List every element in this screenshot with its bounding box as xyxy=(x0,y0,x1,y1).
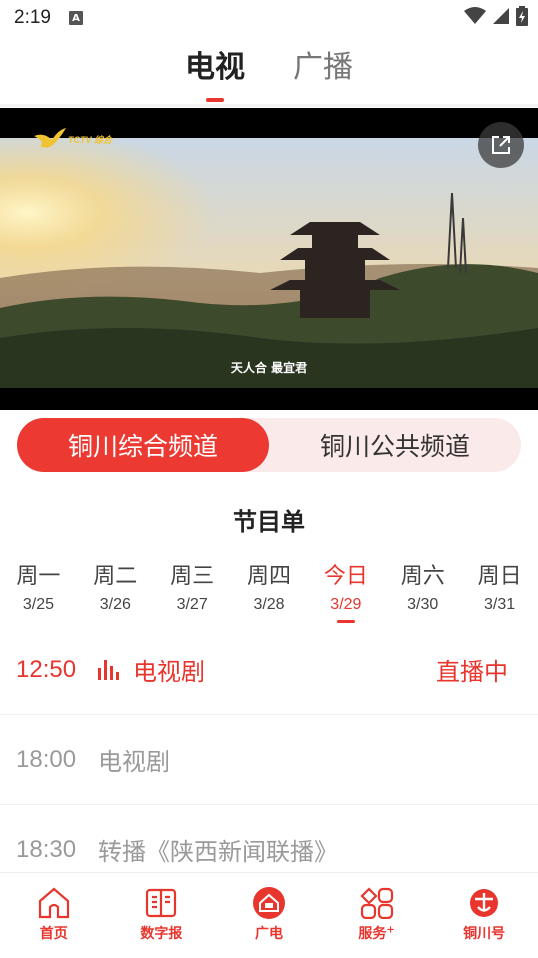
live-equalizer-icon xyxy=(98,659,119,680)
nav-broadcast[interactable]: 广电 xyxy=(224,873,314,958)
day-selector: 周一 3/25 周二 3/26 周三 3/27 周四 3/28 今日 3/29 周六 3/3… xyxy=(0,558,538,628)
day-item[interactable]: 周三 3/27 xyxy=(154,558,231,628)
day-date: 3/26 xyxy=(99,596,131,613)
program-name: 电视剧 xyxy=(133,658,205,686)
day-item[interactable]: 周六 3/30 xyxy=(384,558,461,628)
channel-logo: TCTV 综合 xyxy=(34,128,112,152)
grid-icon xyxy=(360,887,393,919)
program-row[interactable]: 18:00 电视剧 xyxy=(0,715,538,805)
nav-digital-paper[interactable]: 数字报 xyxy=(116,873,206,958)
status-time: 2:19 xyxy=(14,7,51,28)
day-weekday: 周日 xyxy=(477,564,522,589)
newspaper-icon xyxy=(146,888,177,918)
day-date: 3/25 xyxy=(22,596,54,613)
channel-switch: 铜川综合频道 铜川公共频道 xyxy=(17,418,521,472)
nav-services-label: 服务+ xyxy=(358,923,394,943)
status-bar: 2:19 A xyxy=(0,0,538,36)
tab-active-indicator xyxy=(206,98,224,102)
program-time: 18:30 xyxy=(16,835,77,863)
program-list: 12:50 电视剧 直播中 18:00 电视剧 18:30 转播《陕西新闻联播》 xyxy=(0,625,538,895)
day-item[interactable]: 周日 3/31 xyxy=(461,558,538,628)
schedule-title: 节目单 xyxy=(233,508,305,536)
signal-icon xyxy=(493,8,509,24)
video-player[interactable]: TCTV 综合 天人合 最宜君 xyxy=(0,108,538,410)
tab-tv-label: 电视 xyxy=(185,50,245,85)
day-date: 3/30 xyxy=(407,596,439,613)
channel-tongchuan-public[interactable]: 铜川公共频道 xyxy=(269,418,521,472)
channel-tongchuan-general[interactable]: 铜川综合频道 xyxy=(17,418,269,472)
day-weekday: 周三 xyxy=(170,564,215,589)
nav-services-superscript: + xyxy=(386,924,395,936)
channel-logo-text: TCTV 综合 xyxy=(68,134,112,145)
nav-home[interactable]: 首页 xyxy=(9,873,99,958)
nav-tongchuan-hao-label: 铜川号 xyxy=(463,926,506,942)
nav-tongchuan-hao[interactable]: 铜川号 xyxy=(439,873,529,958)
bird-logo-icon xyxy=(34,128,66,148)
divider xyxy=(0,104,538,107)
program-time: 12:50 xyxy=(16,655,77,683)
video-caption: 天人合 最宜君 xyxy=(230,361,308,375)
status-icons xyxy=(464,6,528,26)
program-row[interactable]: 12:50 电视剧 直播中 xyxy=(0,625,538,715)
nav-broadcast-label: 广电 xyxy=(254,926,283,942)
day-item-today[interactable]: 今日 3/29 xyxy=(307,558,384,628)
live-status: 直播中 xyxy=(436,658,508,686)
day-weekday: 周六 xyxy=(400,564,445,589)
tab-radio-label: 广播 xyxy=(293,50,353,85)
battery-icon xyxy=(516,6,528,26)
day-item[interactable]: 周四 3/28 xyxy=(231,558,308,628)
day-active-indicator xyxy=(336,620,355,623)
share-icon xyxy=(492,136,510,154)
day-item[interactable]: 周二 3/26 xyxy=(77,558,154,628)
nav-services[interactable]: 服务+ xyxy=(332,873,422,958)
day-weekday: 周二 xyxy=(93,564,138,589)
tab-tv[interactable]: 电视 xyxy=(185,44,245,102)
day-date: 3/29 xyxy=(330,596,362,613)
nav-digital-paper-label: 数字报 xyxy=(140,926,183,942)
broadcast-home-icon xyxy=(252,887,285,919)
bottom-nav: 首页 数字报 广电 服务+ 铜川号 xyxy=(0,872,538,958)
tab-radio[interactable]: 广播 xyxy=(293,44,353,94)
day-weekday: 今日 xyxy=(323,564,368,589)
day-date: 3/27 xyxy=(176,596,208,613)
top-tabs: 电视 广播 xyxy=(0,44,538,104)
day-date: 3/31 xyxy=(484,596,516,613)
video-frame xyxy=(0,138,538,388)
day-date: 3/28 xyxy=(253,596,285,613)
program-name: 电视剧 xyxy=(98,748,170,776)
nav-home-label: 首页 xyxy=(39,926,68,942)
tongchuan-logo-icon xyxy=(470,889,499,917)
wifi-icon xyxy=(464,7,486,24)
day-weekday: 周四 xyxy=(247,564,292,589)
program-name: 转播《陕西新闻联播》 xyxy=(98,838,338,866)
share-button[interactable] xyxy=(478,122,524,168)
nav-services-text: 服务 xyxy=(358,926,387,942)
home-icon xyxy=(38,887,69,919)
notification-icon: A xyxy=(68,11,83,25)
day-weekday: 周一 xyxy=(16,564,61,589)
program-time: 18:00 xyxy=(16,745,77,773)
day-item[interactable]: 周一 3/25 xyxy=(0,558,77,628)
